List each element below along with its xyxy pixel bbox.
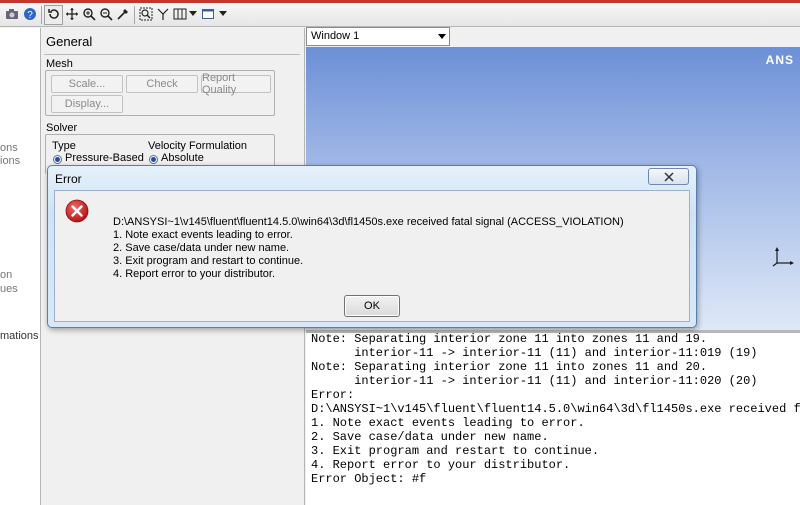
error-icon xyxy=(65,199,89,223)
dialog-body: D:\ANSYSI~1\v145\fluent\fluent14.5.0\win… xyxy=(54,190,690,322)
report-quality-button[interactable]: Report Quality xyxy=(201,72,271,96)
ok-button[interactable]: OK xyxy=(344,295,400,317)
tree-item-fragment[interactable]: on xyxy=(0,269,12,281)
navigation-tree: ons ions on ues mations xyxy=(0,28,41,505)
velocity-formulation-label: Velocity Formulation xyxy=(148,140,248,152)
error-dialog: Error D:\ANSYSI~1\v145\fluent\fluent14.5… xyxy=(47,165,697,328)
brand-logo: ANS xyxy=(765,53,794,67)
zoom-box-icon[interactable] xyxy=(98,6,114,22)
chevron-down-icon xyxy=(438,34,446,39)
mesh-group: Scale... Check Report Quality Display... xyxy=(45,70,275,116)
probe-icon[interactable] xyxy=(115,6,131,22)
view-icon[interactable] xyxy=(155,6,171,22)
console-line: 1. Note exact events leading to error. xyxy=(311,416,585,430)
pan-icon[interactable] xyxy=(64,6,80,22)
console-line: Error: xyxy=(311,388,355,402)
display-button[interactable]: Display... xyxy=(51,95,123,113)
close-button[interactable] xyxy=(648,168,689,185)
pressure-based-label: Pressure-Based xyxy=(65,152,144,164)
console-line: interior-11 -> interior-11 (11) and inte… xyxy=(311,346,758,360)
console-line: Note: Separating interior zone 11 into z… xyxy=(311,333,708,346)
error-message-line: 2. Save case/data under new name. xyxy=(113,242,290,254)
console-line: D:\ANSYSI~1\v145\fluent\fluent14.5.0\win… xyxy=(311,402,800,416)
check-button[interactable]: Check xyxy=(126,75,198,93)
absolute-radio[interactable] xyxy=(149,155,158,164)
rotate-icon[interactable] xyxy=(46,6,62,22)
zoom-icon[interactable] xyxy=(81,6,97,22)
help-icon[interactable]: ? xyxy=(22,6,38,22)
console-line: Note: Separating interior zone 11 into z… xyxy=(311,360,708,374)
tree-item-fragment[interactable]: ues xyxy=(0,283,18,295)
svg-text:?: ? xyxy=(27,10,33,21)
window-icon[interactable] xyxy=(200,6,216,22)
camera-icon[interactable] xyxy=(4,6,20,22)
error-message-line: 3. Exit program and restart to continue. xyxy=(113,255,304,267)
zoom-fit-icon[interactable] xyxy=(138,6,154,22)
window-select-value: Window 1 xyxy=(311,30,360,42)
window-select[interactable]: Window 1 xyxy=(306,27,450,46)
console-line: 2. Save case/data under new name. xyxy=(311,430,549,444)
console-line: 3. Exit program and restart to continue. xyxy=(311,444,600,458)
type-label: Type xyxy=(52,140,76,152)
text-console[interactable]: Note: Separating interior zone 11 into z… xyxy=(306,333,800,505)
mesh-section-label: Mesh xyxy=(46,58,73,70)
solver-section-label: Solver xyxy=(46,122,78,134)
console-line: 4. Report error to your distributor. xyxy=(311,458,571,472)
chevron-down-icon[interactable] xyxy=(215,6,231,22)
panel-title: General xyxy=(46,34,93,49)
pressure-based-radio[interactable] xyxy=(53,155,62,164)
tree-item-fragment[interactable]: ions xyxy=(0,155,20,167)
chevron-down-icon[interactable] xyxy=(185,6,201,22)
graphics-toolbar: ? xyxy=(0,3,800,27)
tree-item-fragment[interactable]: ons xyxy=(0,142,18,154)
console-line: interior-11 -> interior-11 (11) and inte… xyxy=(311,374,758,388)
absolute-label: Absolute xyxy=(161,152,204,164)
tree-item-fragment[interactable]: mations xyxy=(0,330,39,342)
error-message-line: 1. Note exact events leading to error. xyxy=(113,229,293,241)
axes-triad-icon xyxy=(772,247,794,267)
dialog-title: Error xyxy=(55,172,82,186)
scale-button[interactable]: Scale... xyxy=(51,75,123,93)
divider xyxy=(44,54,300,55)
close-icon xyxy=(663,171,674,182)
error-message-line: D:\ANSYSI~1\v145\fluent\fluent14.5.0\win… xyxy=(113,216,624,228)
error-message-line: 4. Report error to your distributor. xyxy=(113,268,276,280)
console-line: Error Object: #f xyxy=(311,472,427,486)
